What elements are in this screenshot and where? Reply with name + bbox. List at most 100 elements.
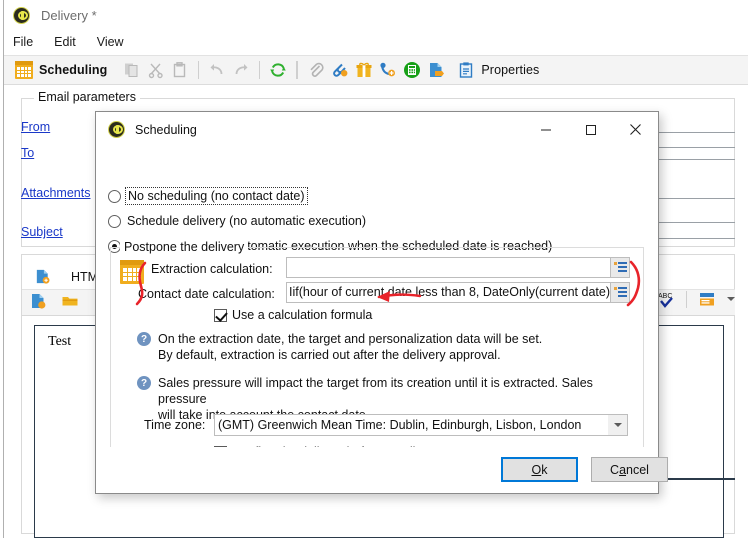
menu-item-file[interactable]: File [13,33,42,51]
help-icon: ? [137,332,151,346]
undo-button[interactable] [205,55,229,85]
menu-item-edit[interactable]: Edit [54,33,85,51]
radio-schedule-no-auto[interactable]: Schedule delivery (no automatic executio… [108,214,366,228]
properties-label: Properties [481,63,540,77]
calendar-icon [120,260,144,284]
timezone-dropdown-button[interactable] [608,415,627,435]
seed-icon [380,62,396,77]
calculator-icon [404,62,421,78]
scheduling-dialog: Scheduling No scheduling (no contact dat… [95,111,668,494]
dialog-window-buttons [523,112,658,147]
formula-picker-icon [613,286,627,299]
refresh-button[interactable] [266,55,290,85]
help-extraction-info: ? On the extraction date, the target and… [137,331,607,363]
maximize-button[interactable] [568,112,613,147]
radio-label: Schedule delivery (no automatic executio… [127,214,367,228]
toolbar-separator [259,61,261,79]
gift-icon [356,62,372,77]
maximize-icon [585,124,596,135]
screenshot-root: Delivery * File Edit View Scheduling Pro… [0,0,748,538]
contact-date-calculation-label: Contact date calculation: [138,287,275,301]
html-content-icon [36,269,50,284]
postpone-title: Postpone the delivery [120,240,249,254]
gift-button[interactable] [352,55,376,85]
calendar-icon [15,61,33,79]
contact-date-calculation-input[interactable]: Iif(hour of current date less than 8, Da… [286,282,611,303]
undo-icon [210,64,223,75]
toolbar-separator [686,290,687,308]
cancel-button[interactable]: Cancel [591,457,668,482]
ok-label: Ok [531,462,548,477]
use-calculation-formula-row[interactable]: Use a calculation formula [214,308,372,322]
html-link-button[interactable] [328,55,352,85]
personalization-button[interactable] [424,55,448,85]
contact-formula-picker-button[interactable] [611,282,630,303]
extraction-formula-picker-button[interactable] [611,257,630,278]
html-link-icon [333,63,348,77]
help-extraction-line2: By default, extraction is carried out af… [158,348,501,362]
ok-button[interactable]: Ok [501,457,578,482]
timezone-label: Time zone: [144,418,206,432]
extraction-calculation-input[interactable] [286,257,611,278]
calculator-button[interactable] [400,55,424,85]
redo-button[interactable] [229,55,253,85]
radio-no-scheduling[interactable]: No scheduling (no contact date) [108,187,308,205]
attachment-button[interactable] [304,55,328,85]
window-title: Delivery * [41,7,97,23]
minimize-button[interactable] [523,112,568,147]
formula-picker-icon [613,261,627,274]
cut-button[interactable] [144,55,168,85]
properties-icon [460,62,473,78]
use-calculation-formula-label: Use a calculation formula [232,308,373,322]
radio-button[interactable] [108,189,121,203]
attachments-link[interactable]: Attachments [21,186,90,200]
toolbar-separator [297,61,299,79]
radio-button[interactable] [108,214,121,228]
redo-icon [235,64,248,75]
email-parameters-title: Email parameters [34,90,140,104]
toolbar-separator [198,61,200,79]
dialog-footer: Ok Cancel [96,447,668,493]
close-button[interactable] [613,112,658,147]
help-extraction-line1: On the extraction date, the target and p… [158,332,543,346]
timezone-value: (GMT) Greenwich Mean Time: Dublin, Edinb… [218,418,582,432]
cut-icon [149,63,164,79]
timezone-select[interactable]: (GMT) Greenwich Mean Time: Dublin, Edinb… [214,414,628,436]
paste-button[interactable] [168,55,192,85]
attachment-icon [310,62,324,77]
to-link[interactable]: To [21,146,34,160]
template-icon[interactable] [698,290,716,308]
from-link[interactable]: From [21,120,50,134]
help-icon: ? [137,376,151,390]
cancel-label: Cancel [610,462,649,477]
close-icon [630,124,641,135]
personalization-icon [430,63,445,77]
open-folder-icon[interactable] [61,292,79,310]
main-toolbar: Scheduling Properties [4,55,748,85]
help-sales-line1: Sales pressure will impact the target fr… [158,376,593,406]
editor-content: Test [48,334,72,349]
scheduling-button[interactable]: Scheduling [12,55,110,85]
new-page-icon[interactable] [29,292,47,310]
chevron-down-icon [613,423,622,427]
dropdown-arrow-icon[interactable] [727,297,735,301]
dialog-body: No scheduling (no contact date) Schedule… [96,147,668,493]
seed-button[interactable] [376,55,400,85]
spellcheck-icon[interactable]: ABC [657,290,675,308]
copy-icon [125,63,138,77]
radio-label: No scheduling (no contact date) [125,187,308,205]
dialog-titlebar: Scheduling [96,112,658,147]
paste-icon [174,62,186,78]
adobe-campaign-icon [108,121,125,138]
copy-button[interactable] [120,55,144,85]
properties-button[interactable]: Properties [454,55,542,85]
refresh-icon [270,63,287,77]
scheduling-label: Scheduling [39,63,108,77]
window-titlebar: Delivery * [4,0,748,30]
minimize-icon [540,129,551,130]
use-calculation-formula-checkbox[interactable] [214,308,227,322]
menu-bar: File Edit View [4,30,748,54]
subject-link[interactable]: Subject [21,225,63,239]
extraction-calculation-label: Extraction calculation: [151,262,273,276]
menu-item-view[interactable]: View [97,33,133,51]
